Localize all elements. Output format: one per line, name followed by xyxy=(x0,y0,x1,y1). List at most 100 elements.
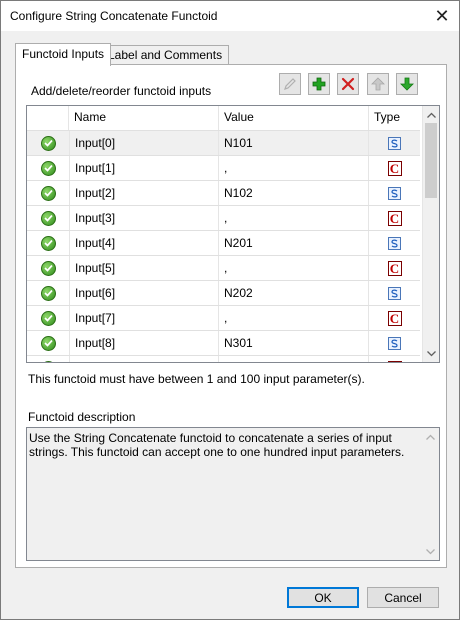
scroll-thumb[interactable] xyxy=(425,123,437,198)
row-name-cell[interactable]: Input[0] xyxy=(69,131,219,155)
table-row[interactable]: Input[2] N102 xyxy=(27,180,420,205)
scroll-down-arrow[interactable] xyxy=(423,345,439,362)
tab-label-and-comments[interactable]: Label and Comments xyxy=(101,45,230,64)
row-status-cell xyxy=(27,256,69,280)
chevron-down-icon xyxy=(426,350,436,356)
check-icon xyxy=(40,210,56,226)
close-icon: ✕ xyxy=(434,5,450,26)
move-up-button[interactable] xyxy=(367,73,389,95)
row-type-cell[interactable]: C xyxy=(369,306,420,330)
desc-scroll-down-arrow[interactable] xyxy=(422,543,438,560)
arrow-up-icon xyxy=(371,77,385,91)
row-value-cell[interactable]: N202 xyxy=(219,281,369,305)
row-type-cell[interactable] xyxy=(369,331,420,355)
check-icon xyxy=(40,135,56,151)
table-row[interactable]: Input[7], C xyxy=(27,305,420,330)
parameter-count-note: This functoid must have between 1 and 10… xyxy=(28,372,365,386)
scroll-up-arrow[interactable] xyxy=(423,106,439,123)
constant-type-icon: C xyxy=(387,360,402,362)
table-row[interactable]: Input[6] N202 xyxy=(27,280,420,305)
link-type-icon xyxy=(388,286,401,300)
table-row[interactable]: Input[1], C xyxy=(27,155,420,180)
row-type-cell[interactable] xyxy=(369,131,420,155)
header-name[interactable]: Name xyxy=(69,106,219,130)
row-name-cell[interactable]: Input[1] xyxy=(69,156,219,180)
header-type[interactable]: Type xyxy=(369,106,420,130)
title-bar: Configure String Concatenate Functoid ✕ xyxy=(1,1,459,31)
row-status-cell xyxy=(27,156,69,180)
row-name-cell[interactable]: Input[7] xyxy=(69,306,219,330)
row-value-cell[interactable]: N101 xyxy=(219,131,369,155)
cancel-button[interactable]: Cancel xyxy=(367,587,439,608)
row-value-cell[interactable]: , xyxy=(219,206,369,230)
row-status-cell xyxy=(27,181,69,205)
constant-type-icon: C xyxy=(387,160,402,176)
delete-input-button[interactable] xyxy=(337,73,359,95)
check-icon xyxy=(40,360,56,362)
row-type-cell[interactable]: C xyxy=(369,256,420,280)
row-status-cell xyxy=(27,131,69,155)
table-row[interactable]: Input[8] N301 xyxy=(27,330,420,355)
row-status-cell xyxy=(27,231,69,255)
row-status-cell xyxy=(27,331,69,355)
pencil-icon xyxy=(284,78,296,90)
check-icon xyxy=(40,335,56,351)
table-row[interactable]: Input[9] C xyxy=(27,355,420,362)
grid-scrollbar[interactable] xyxy=(422,106,439,362)
functoid-inputs-panel: Add/delete/reorder functoid inputs Name … xyxy=(15,64,447,568)
desc-scroll-up-arrow[interactable] xyxy=(422,428,438,445)
check-icon xyxy=(40,235,56,251)
row-type-cell[interactable] xyxy=(369,181,420,205)
constant-type-icon: C xyxy=(387,260,402,276)
row-value-cell[interactable] xyxy=(219,356,369,362)
tab-functoid-inputs[interactable]: Functoid Inputs xyxy=(15,43,112,66)
row-name-cell[interactable]: Input[5] xyxy=(69,256,219,280)
chevron-down-icon xyxy=(425,548,435,554)
row-type-cell[interactable] xyxy=(369,281,420,305)
row-type-cell[interactable]: C xyxy=(369,156,420,180)
header-status xyxy=(27,106,69,130)
row-type-cell[interactable]: C xyxy=(369,356,420,362)
row-value-cell[interactable]: , xyxy=(219,306,369,330)
constant-type-icon: C xyxy=(387,210,402,226)
move-down-button[interactable] xyxy=(396,73,418,95)
add-input-button[interactable] xyxy=(308,73,330,95)
link-type-icon xyxy=(388,336,401,350)
row-value-cell[interactable]: N301 xyxy=(219,331,369,355)
table-row[interactable]: Input[0] N101 xyxy=(27,130,420,155)
row-name-cell[interactable]: Input[8] xyxy=(69,331,219,355)
row-value-cell[interactable]: , xyxy=(219,156,369,180)
row-name-cell[interactable]: Input[2] xyxy=(69,181,219,205)
header-value[interactable]: Value xyxy=(219,106,369,130)
arrow-down-icon xyxy=(400,77,414,91)
table-row[interactable]: Input[4] N201 xyxy=(27,230,420,255)
check-icon xyxy=(40,310,56,326)
edit-input-button[interactable] xyxy=(279,73,301,95)
row-type-cell[interactable] xyxy=(369,231,420,255)
check-icon xyxy=(40,260,56,276)
delete-x-icon xyxy=(341,77,355,91)
link-type-icon xyxy=(388,186,401,200)
description-text: Use the String Concatenate functoid to c… xyxy=(29,431,405,459)
table-row[interactable]: Input[3], C xyxy=(27,205,420,230)
ok-button[interactable]: OK xyxy=(287,587,359,608)
row-type-cell[interactable]: C xyxy=(369,206,420,230)
row-name-cell[interactable]: Input[6] xyxy=(69,281,219,305)
description-scrollbar[interactable] xyxy=(422,428,439,560)
dialog-window: Configure String Concatenate Functoid ✕ … xyxy=(0,0,460,620)
description-label: Functoid description xyxy=(28,410,136,424)
plus-icon xyxy=(312,77,326,91)
chevron-up-icon xyxy=(425,434,435,440)
row-name-cell[interactable]: Input[9] xyxy=(69,356,219,362)
inputs-grid[interactable]: Name Value Type Input[0] N101 Input[1], C In… xyxy=(26,105,440,363)
row-value-cell[interactable]: , xyxy=(219,256,369,280)
table-row[interactable]: Input[5], C xyxy=(27,255,420,280)
link-type-icon xyxy=(388,136,401,150)
row-name-cell[interactable]: Input[3] xyxy=(69,206,219,230)
window-title: Configure String Concatenate Functoid xyxy=(10,9,218,23)
row-name-cell[interactable]: Input[4] xyxy=(69,231,219,255)
row-value-cell[interactable]: N201 xyxy=(219,231,369,255)
row-status-cell xyxy=(27,356,69,362)
row-value-cell[interactable]: N102 xyxy=(219,181,369,205)
close-button[interactable]: ✕ xyxy=(425,1,459,31)
